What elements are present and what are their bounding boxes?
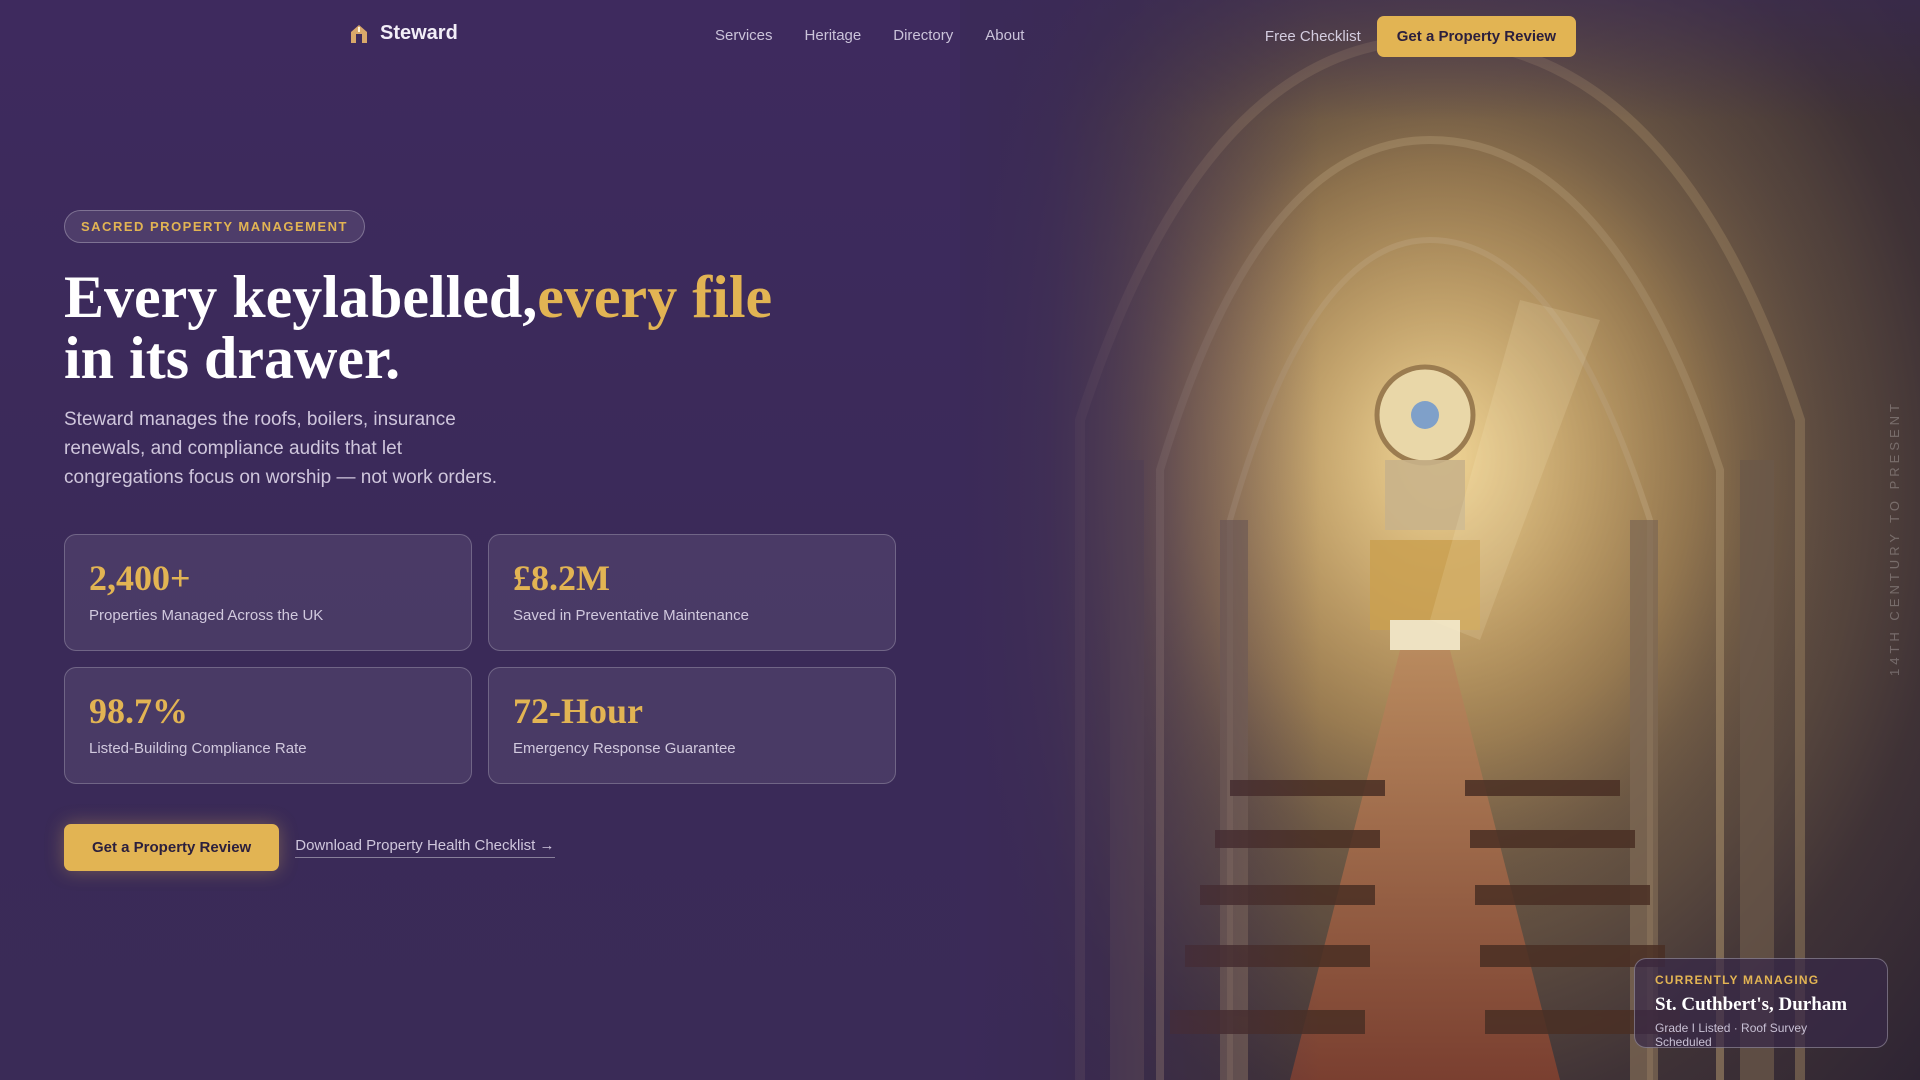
stat-card: 98.7% Listed-Building Compliance Rate xyxy=(64,667,472,784)
stat-value: 2,400+ xyxy=(89,558,191,598)
headline-part-2: in its drawer. xyxy=(64,325,401,391)
stat-value: 72-Hour xyxy=(513,691,643,731)
stat-value: 98.7% xyxy=(89,691,188,731)
download-checklist-link[interactable]: Download Property Health Checklist → xyxy=(295,837,555,858)
nav-links: Services Heritage Directory About xyxy=(715,27,1024,44)
managing-property-name: St. Cuthbert's, Durham xyxy=(1655,994,1848,1015)
managing-details: Grade I Listed · Roof Survey Scheduled xyxy=(1655,1021,1808,1049)
chapel-icon xyxy=(351,24,367,43)
nav-link-directory[interactable]: Directory xyxy=(893,27,953,44)
nav-link-heritage[interactable]: Heritage xyxy=(805,27,862,44)
currently-managing-card: CURRENTLY MANAGING St. Cuthbert's, Durha… xyxy=(1634,958,1888,1049)
hero-badge: SACRED PROPERTY MANAGEMENT xyxy=(64,210,366,243)
managing-caption: CURRENTLY MANAGING xyxy=(1655,973,1820,987)
stat-card: 2,400+ Properties Managed Across the UK xyxy=(64,534,472,651)
stat-label: Emergency Response Guarantee xyxy=(513,740,736,757)
stat-card: 72-Hour Emergency Response Guarantee xyxy=(488,667,896,784)
hero-property-review-button[interactable]: Get a Property Review xyxy=(64,824,280,871)
nav-actions: Free Checklist Get a Property Review xyxy=(1265,16,1576,57)
brand-name: Steward xyxy=(380,22,458,44)
stat-value: £8.2M xyxy=(513,558,610,598)
stat-label: Properties Managed Across the UK xyxy=(89,607,324,624)
nav-link-about[interactable]: About xyxy=(985,27,1024,44)
stat-card: £8.2M Saved in Preventative Maintenance xyxy=(488,534,896,651)
headline-accent: every file xyxy=(537,264,773,330)
hero-cta-row: Get a Property Review Download Property … xyxy=(64,824,904,871)
image-side-caption: 14TH CENTURY TO PRESENT xyxy=(1887,400,1902,676)
top-nav: Steward Services Heritage Directory Abou… xyxy=(0,0,1920,72)
nav-link-services[interactable]: Services xyxy=(715,27,773,44)
nav-property-review-button[interactable]: Get a Property Review xyxy=(1376,16,1576,57)
headline-part-1: Every keylabelled, xyxy=(64,264,538,330)
brand-logo[interactable]: Steward xyxy=(350,22,458,45)
stat-label: Saved in Preventative Maintenance xyxy=(513,607,749,624)
stat-label: Listed-Building Compliance Rate xyxy=(89,740,307,757)
hero-section: SACRED PROPERTY MANAGEMENT Every keylabe… xyxy=(64,210,904,871)
stats-grid: 2,400+ Properties Managed Across the UK … xyxy=(64,534,904,784)
image-fade-overlay xyxy=(960,0,1320,1080)
hero-description: Steward manages the roofs, boilers, insu… xyxy=(64,409,497,488)
church-interior-image: 14TH CENTURY TO PRESENT xyxy=(960,0,1920,1080)
hero-headline: Every keylabelled,every file in its draw… xyxy=(64,267,904,389)
free-checklist-link[interactable]: Free Checklist xyxy=(1265,28,1361,45)
